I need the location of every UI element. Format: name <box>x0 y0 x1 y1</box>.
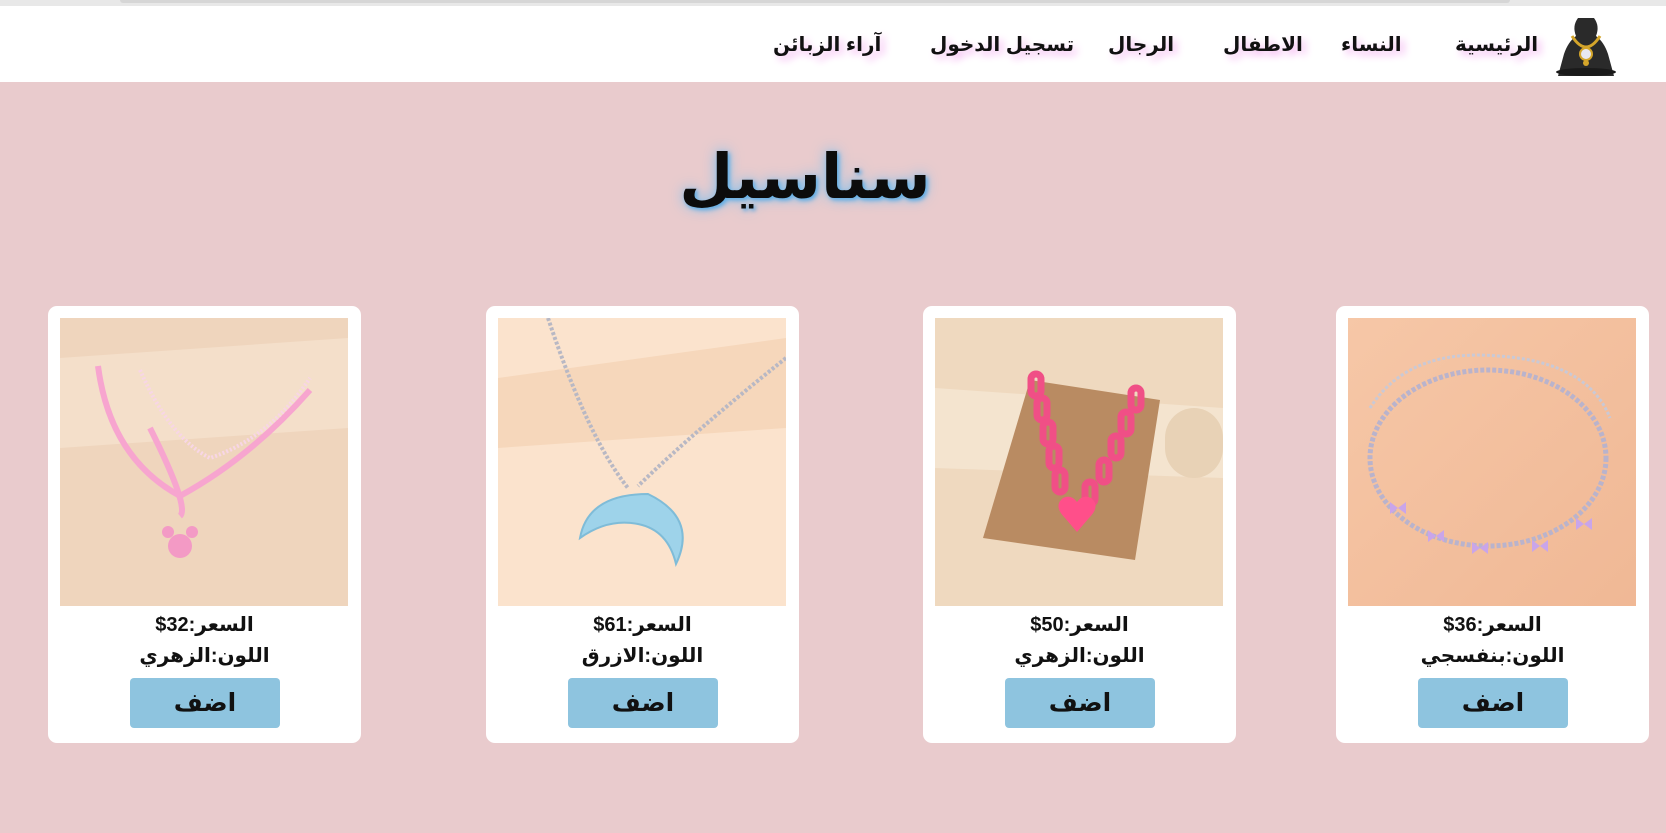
nav-reviews[interactable]: آراء الزبائن <box>773 32 881 57</box>
add-to-cart-button[interactable]: اضف <box>130 678 280 728</box>
add-to-cart-button[interactable]: اضف <box>568 678 718 728</box>
nav-home[interactable]: الرئيسية <box>1455 32 1538 57</box>
site-header: الرئيسية النساء الاطفال الرجال تسجيل الد… <box>0 6 1666 82</box>
necklace-logo-icon[interactable] <box>1546 14 1626 76</box>
nav-women[interactable]: النساء <box>1341 32 1402 57</box>
page-title: سناسيل <box>679 143 931 212</box>
product-color: اللون:الزهري <box>139 645 270 667</box>
add-to-cart-button[interactable]: اضف <box>1005 678 1155 728</box>
product-card: السعر:32$ اللون:الزهري اضف <box>48 306 361 743</box>
nav-kids[interactable]: الاطفال <box>1223 32 1303 57</box>
product-color: اللون:بنفسجي <box>1420 645 1565 667</box>
product-price: السعر:32$ <box>155 614 254 636</box>
product-price: السعر:61$ <box>593 614 692 636</box>
blue-moon-necklace-image[interactable] <box>498 318 786 606</box>
add-to-cart-button[interactable]: اضف <box>1418 678 1568 728</box>
browser-top-bar <box>120 0 1510 3</box>
pink-layered-bear-necklace-image[interactable] <box>60 318 348 606</box>
product-card: السعر:36$ اللون:بنفسجي اضف <box>1336 306 1649 743</box>
product-color: اللون:الازرق <box>581 645 704 667</box>
product-card: السعر:50$ اللون:الزهري اضف <box>923 306 1236 743</box>
nav-men[interactable]: الرجال <box>1108 32 1174 57</box>
nav-login[interactable]: تسجيل الدخول <box>930 32 1074 57</box>
product-price: السعر:50$ <box>1030 614 1129 636</box>
silver-butterfly-necklace-image[interactable] <box>1348 318 1636 606</box>
product-card: السعر:61$ اللون:الازرق اضف <box>486 306 799 743</box>
pink-chain-heart-necklace-image[interactable] <box>935 318 1223 606</box>
product-price: السعر:36$ <box>1443 614 1542 636</box>
product-color: اللون:الزهري <box>1014 645 1145 667</box>
